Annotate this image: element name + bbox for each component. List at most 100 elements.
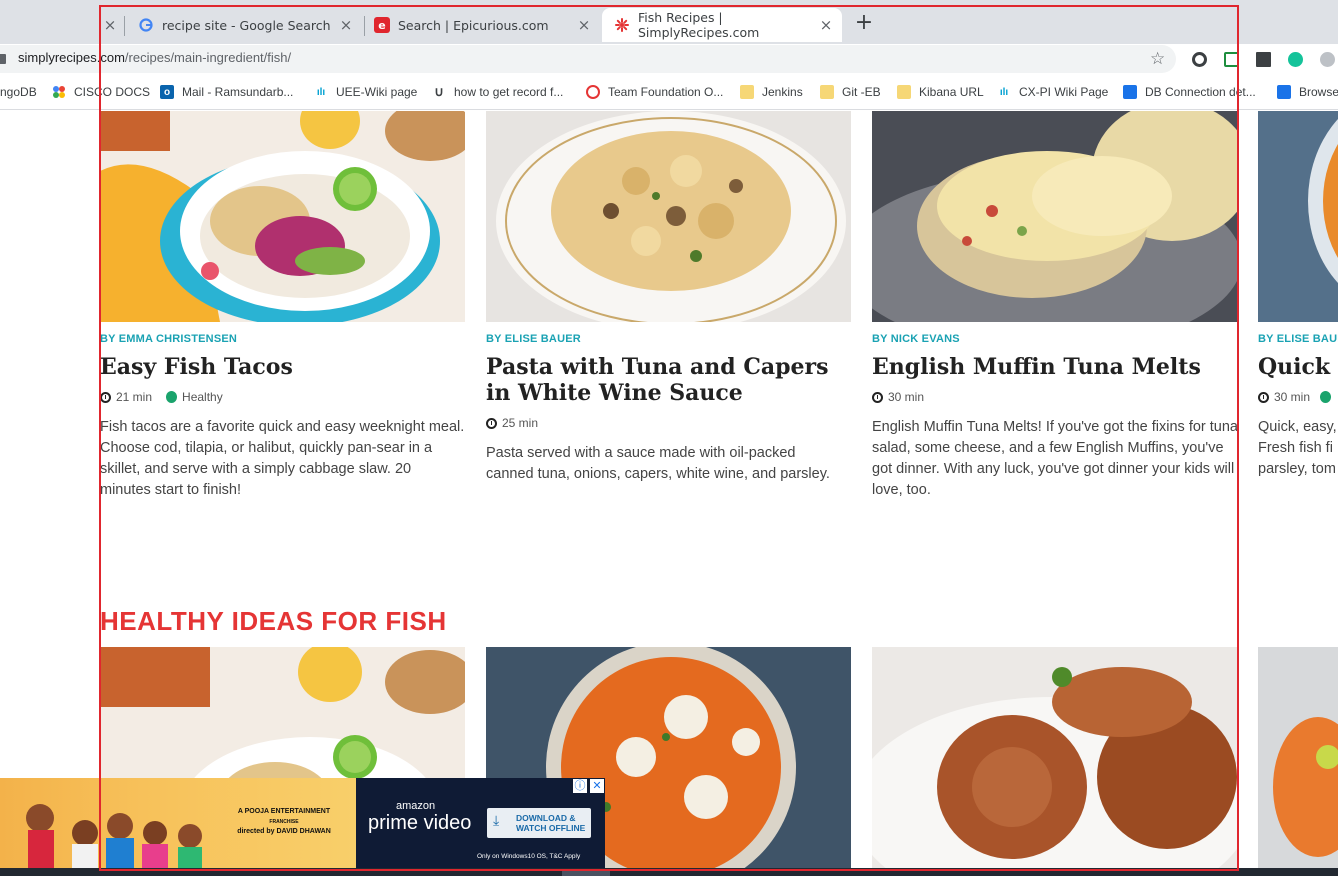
os-taskbar [0,868,1338,876]
bookmark-label: Browse [1299,85,1338,99]
healthy-image-fish-cakes[interactable] [872,647,1237,868]
description-line: Fresh fish fi [1258,440,1333,456]
recipe-image-tuna-melts[interactable] [872,111,1237,322]
recipe-meta: 25 min [486,416,538,430]
simplyrecipes-icon [614,17,630,33]
clock-icon [1258,391,1269,403]
ad-close-icon[interactable]: ✕ [590,779,604,793]
bookmark-kibana[interactable]: Kibana URL [897,84,984,100]
extension-reader-icon[interactable] [1256,52,1271,67]
ad-download-label: DOWNLOAD & WATCH OFFLINE [516,813,585,833]
bookmark-cisco-docs[interactable]: CISCO DOCS [52,84,150,100]
ad-credit-line: FRANCHISE [269,819,299,825]
tab-simplyrecipes[interactable]: Fish Recipes | SimplyRecipes.com × [602,8,842,42]
bitbucket-icon [1277,85,1291,99]
taskbar-item[interactable] [562,870,610,876]
description-line: Quick, easy, [1258,419,1337,435]
extension-circle-icon[interactable] [1192,52,1207,67]
new-tab-button[interactable]: + [854,12,874,34]
recipe-description: Quick, easy, Fresh fish fi parsley, tom [1258,417,1338,480]
bookmark-record[interactable]: ∪ how to get record f... [432,84,563,100]
bookmark-jenkins[interactable]: Jenkins [740,84,803,100]
bookmark-git-eb[interactable]: Git -EB [820,84,881,100]
bookmark-team-foundation[interactable]: Team Foundation O... [586,84,723,100]
bookmark-db-connection[interactable]: DB Connection det... [1123,84,1256,100]
ad-production-credit: A POOJA ENTERTAINMENT FRANCHISE directed… [222,807,346,837]
close-icon[interactable]: × [576,17,592,33]
download-icon: ⤓ [493,813,500,829]
bookmark-label: how to get record f... [454,85,564,99]
horseshoe-icon: ∪ [434,84,444,99]
grammarly-icon[interactable] [1288,52,1303,67]
epicurious-icon: e [374,17,390,33]
tab-epicurious[interactable]: e Search | Epicurious.com × [364,8,600,42]
previous-tab-close[interactable]: × [104,8,118,42]
recipe-author[interactable]: BY ELISE BAUER [486,333,581,345]
close-icon[interactable]: × [338,17,354,33]
ad-prime-video-text: prime video [368,812,472,834]
folder-icon [897,85,911,99]
lock-icon[interactable] [0,54,6,64]
recipe-meta: 21 min Healthy [100,390,223,404]
bookmark-uee-wiki[interactable]: ılı UEE-Wiki page [314,84,418,100]
ad-credit-line: directed by DAVID DHAWAN [237,828,331,835]
bookmark-label: Mail - Ramsundarb... [182,85,294,99]
bookmark-label: DB Connection det... [1145,85,1256,99]
recipe-title[interactable]: Easy Fish Tacos [100,354,465,380]
extension-gear-icon[interactable] [1320,52,1335,67]
bookmark-mongodb[interactable]: ngoDB [0,84,37,100]
recipe-author[interactable]: BY NICK EVANS [872,333,960,345]
close-icon[interactable]: × [818,17,834,33]
close-icon[interactable]: × [102,17,118,33]
recipe-author[interactable]: BY EMMA CHRISTENSEN [100,333,237,345]
recipe-description: Fish tacos are a favorite quick and easy… [100,419,465,498]
recipe-image-quick[interactable] [1258,111,1338,322]
recipe-title[interactable]: English Muffin Tuna Melts [872,354,1237,380]
folder-icon [820,85,834,99]
bookmark-label: Git -EB [842,85,881,99]
bookmark-label: Jenkins [762,85,803,99]
bookmark-label: Kibana URL [919,85,984,99]
ad-download-line: DOWNLOAD & [516,813,576,823]
recipe-title[interactable]: Pasta with Tuna and Capers in White Wine… [486,354,851,406]
bookmark-browse[interactable]: Browse [1277,84,1338,100]
description-line: parsley, tom [1258,461,1336,477]
pinwheel-icon [52,85,66,99]
ad-amazon-text: amazon [396,800,436,812]
cisco-icon: ılı [999,86,1009,98]
section-heading: HEALTHY IDEAS FOR FISH [100,606,447,636]
recipe-meta: 30 min [1258,390,1336,404]
recipe-tag[interactable]: Healthy [182,390,223,404]
ad-info-icon[interactable]: ⓘ [573,779,587,793]
tab-label: recipe site - Google Search [162,17,331,33]
recipe-title[interactable]: Quick E [1258,354,1338,380]
tfs-icon [586,85,600,99]
bookmark-star-icon[interactable]: ☆ [1150,50,1165,68]
extension-profile-icon[interactable] [1224,52,1239,67]
cisco-icon: ılı [316,86,326,98]
tab-divider [124,16,125,36]
recipe-time: 30 min [1274,390,1311,404]
recipe-time: 21 min [116,390,153,404]
healthy-image-foil[interactable] [1258,647,1338,868]
ad-disclaimer: Only on Windows10 OS, T&C Apply [477,853,581,860]
url-text[interactable]: simplyrecipes.com/recipes/main-ingredien… [18,50,291,65]
bookmark-label: UEE-Wiki page [336,85,418,99]
bitbucket-icon [1123,85,1137,99]
page-content: BY EMMA CHRISTENSEN Easy Fish Tacos 21 m… [0,111,1338,868]
recipe-author[interactable]: BY ELISE BAUE [1258,333,1338,345]
clock-icon [100,391,111,403]
outlook-icon: o [160,85,174,99]
ad-download-line: WATCH OFFLINE [516,823,586,833]
bookmark-cx-pi-wiki[interactable]: ılı CX-PI Wiki Page [997,84,1109,100]
recipe-image-fish-tacos[interactable] [100,111,465,322]
bookmark-mail[interactable]: o Mail - Ramsundarb... [160,84,293,100]
clock-icon [872,391,883,403]
bookmark-label: CX-PI Wiki Page [1019,85,1109,99]
recipe-time: 25 min [502,416,539,430]
recipe-image-pasta-tuna[interactable] [486,111,851,322]
recipe-description: Pasta served with a sauce made with oil-… [486,445,830,482]
url-path: /recipes/main-ingredient/fish/ [124,50,292,65]
tab-google-search[interactable]: recipe site - Google Search × [126,8,362,42]
recipe-time: 30 min [888,390,925,404]
